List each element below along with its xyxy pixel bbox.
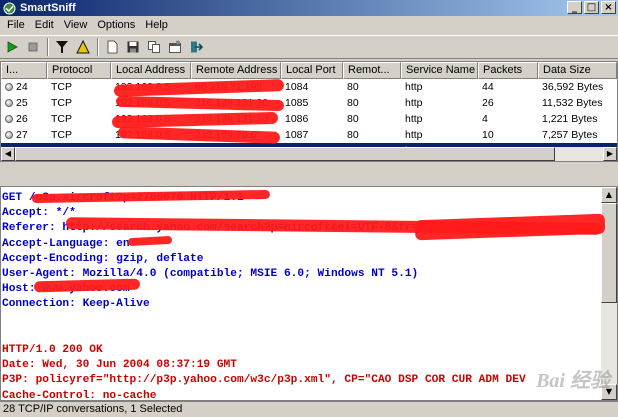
cell-protocol: TCP (51, 97, 72, 109)
table-row[interactable]: 24TCP192.168.0.566.218.71.198108480http4… (1, 79, 617, 95)
cell-index: 27 (1, 127, 47, 143)
cell-remote-port: 80 (347, 97, 359, 109)
cell-local-port: 1087 (285, 129, 309, 141)
menu-view[interactable]: View (59, 19, 93, 31)
menu-bar: File Edit View Options Help (0, 16, 618, 34)
col-protocol[interactable]: Protocol (47, 62, 111, 79)
cell-packets: 26 (482, 97, 494, 109)
scroll-up-button[interactable]: ▲ (601, 187, 617, 203)
filter-ip-icon[interactable] (73, 37, 93, 57)
scroll-thumb[interactable] (15, 147, 555, 161)
menu-edit[interactable]: Edit (30, 19, 59, 31)
table-row[interactable]: 26TCP192.168.0.5216.136.131.30108680http… (1, 111, 617, 127)
col-data-size[interactable]: Data Size (538, 62, 617, 79)
toolbar-separator (97, 38, 99, 56)
scroll-left-button[interactable]: ◀ (1, 147, 15, 161)
save-icon[interactable] (123, 37, 143, 57)
cell-packets: 4 (482, 113, 488, 125)
row-index-label: 24 (16, 81, 28, 93)
cell-local-port: 1084 (285, 81, 309, 93)
request-line: Accept-Encoding: gzip, deflate (2, 252, 204, 265)
close-button[interactable]: × (601, 1, 616, 14)
connection-status-icon (5, 83, 13, 91)
connection-status-icon (5, 99, 13, 107)
response-line: HTTP/1.0 200 OK (2, 344, 103, 357)
cell-data-size: 7,257 Bytes (542, 129, 598, 141)
menu-file[interactable]: File (2, 19, 30, 31)
cell-local-port: 1085 (285, 97, 309, 109)
connection-status-icon (5, 115, 13, 123)
request-line: Connection: Keep-Alive (2, 298, 150, 311)
cell-packets: 10 (482, 129, 494, 141)
cell-index: 26 (1, 111, 47, 127)
menu-help[interactable]: Help (140, 19, 173, 31)
cell-remote-port: 80 (347, 81, 359, 93)
copy-icon[interactable] (144, 37, 164, 57)
table-row[interactable]: 25TCP192.168.0.5216.136.131.30108580http… (1, 95, 617, 111)
cell-remote-port: 80 (347, 129, 359, 141)
stop-icon[interactable] (23, 37, 43, 57)
cell-protocol: TCP (51, 81, 72, 93)
title-bar: SmartSniff _ □ × (0, 0, 618, 16)
cell-data-size: 1,221 Bytes (542, 113, 598, 125)
watermark: Bai 经验 (536, 370, 610, 392)
smartsniff-app-icon (2, 1, 16, 15)
response-line: Cache-Control: no-cache (2, 389, 157, 401)
menu-options[interactable]: Options (92, 19, 140, 31)
cell-service-name: http (405, 97, 423, 109)
exit-icon[interactable] (186, 37, 206, 57)
connection-status-icon (5, 131, 13, 139)
scroll-track[interactable] (15, 147, 603, 161)
cell-service-name: http (405, 81, 423, 93)
row-index-label: 27 (16, 129, 28, 141)
cell-local-port: 1086 (285, 113, 309, 125)
cell-index: 25 (1, 95, 47, 111)
cell-protocol: TCP (51, 113, 72, 125)
list-header: I... Protocol Local Address Remote Addre… (1, 62, 617, 79)
scroll-right-button[interactable]: ▶ (603, 147, 617, 161)
cell-packets: 44 (482, 81, 494, 93)
cell-service-name: http (405, 129, 423, 141)
cell-data-size: 11,532 Bytes (542, 97, 603, 109)
maximize-button[interactable]: □ (584, 1, 599, 14)
col-remote-port[interactable]: Remot... (343, 62, 401, 79)
response-line: Date: Wed, 30 Jun 2004 08:37:19 GMT (2, 359, 237, 372)
table-row[interactable]: 27TCP192.168.0.5212.189.70.6108780http10… (1, 127, 617, 143)
play-icon[interactable] (2, 37, 22, 57)
toolbar (0, 35, 618, 59)
col-remote-address[interactable]: Remote Address (191, 62, 281, 79)
col-local-port[interactable]: Local Port (281, 62, 343, 79)
response-line: P3P: policyref="http://p3p.yahoo.com/w3c… (2, 374, 526, 387)
cell-data-size: 36,592 Bytes (542, 81, 604, 93)
conversation-list[interactable]: I... Protocol Local Address Remote Addre… (0, 61, 618, 162)
cell-index: 24 (1, 79, 47, 95)
cell-service-name: http (405, 113, 423, 125)
minimize-button[interactable]: _ (567, 1, 582, 14)
col-local-address[interactable]: Local Address (111, 62, 191, 79)
cell-remote-port: 80 (347, 113, 359, 125)
horizontal-scrollbar[interactable]: ◀ ▶ (1, 147, 617, 161)
status-bar: 28 TCP/IP conversations, 1 Selected (0, 401, 618, 417)
col-index[interactable]: I... (1, 62, 47, 79)
filter-icon[interactable] (52, 37, 72, 57)
window-title: SmartSniff (20, 2, 76, 14)
col-service-name[interactable]: Service Name (401, 62, 478, 79)
properties-icon[interactable] (165, 37, 185, 57)
pane-splitter[interactable] (0, 162, 618, 186)
row-index-label: 26 (16, 113, 28, 125)
toolbar-separator (47, 38, 49, 56)
col-packets[interactable]: Packets (478, 62, 538, 79)
row-index-label: 25 (16, 97, 28, 109)
cell-protocol: TCP (51, 129, 72, 141)
request-line: Accept-Language: en (2, 237, 130, 250)
new-icon[interactable] (102, 37, 122, 57)
